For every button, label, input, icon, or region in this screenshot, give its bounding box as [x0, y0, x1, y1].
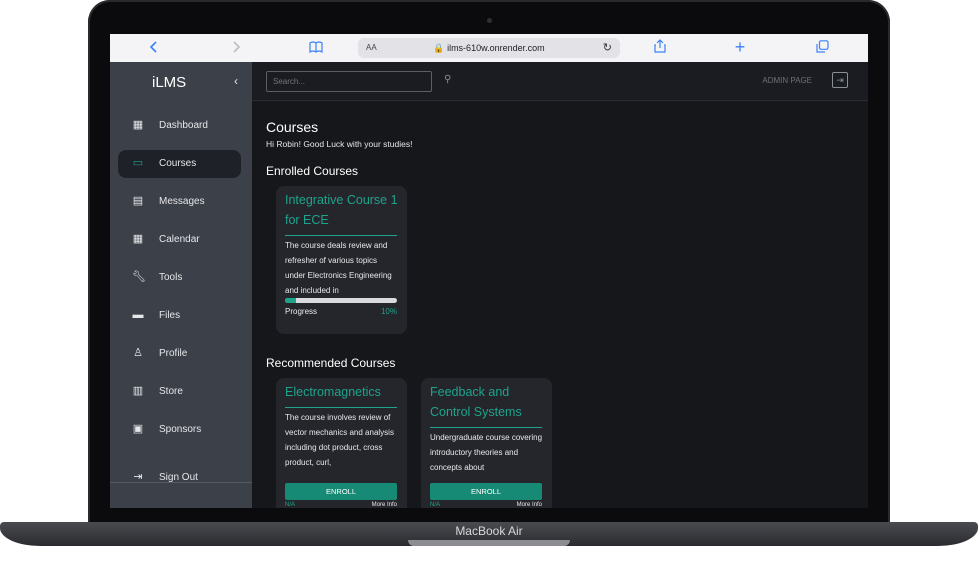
sidebar-item-label: Files [159, 310, 181, 321]
sidebar-item-label: Profile [159, 348, 188, 359]
enroll-button[interactable]: ENROLL [285, 483, 397, 500]
logout-icon[interactable]: ⇥ [832, 72, 848, 88]
sign-out-label: Sign Out [159, 472, 198, 483]
more-info-link[interactable]: More Info [372, 502, 397, 508]
card-divider [285, 407, 397, 408]
address-bar[interactable]: AA 🔒 ilms-610w.onrender.com ↻ [358, 38, 620, 58]
calendar-icon: ▦ [132, 233, 144, 245]
search-icon[interactable]: ⚲ [444, 74, 451, 85]
main-content: Courses Hi Robin! Good Luck with your st… [252, 101, 868, 508]
course-meta: N/A [430, 502, 441, 508]
admin-page-link[interactable]: ADMIN PAGE [762, 76, 812, 85]
sidebar-item-tools[interactable]: 🔧︎ Tools [118, 264, 241, 292]
store-icon: ▥ [132, 385, 144, 397]
sidebar-item-label: Messages [159, 196, 205, 207]
progress-bar [285, 298, 397, 303]
sidebar-item-messages[interactable]: ▤ Messages [118, 188, 241, 216]
progress-label: Progress [285, 307, 318, 316]
device-brand-label: MacBook Air [455, 524, 523, 538]
url-text: 🔒 ilms-610w.onrender.com [433, 43, 545, 53]
sidebar-item-label: Courses [159, 158, 197, 169]
bookmarks-button[interactable] [306, 38, 326, 58]
sidebar-item-dashboard[interactable]: ▦ Dashboard [118, 112, 241, 140]
more-info-link[interactable]: More Info [517, 502, 542, 508]
screen: AA 🔒 ilms-610w.onrender.com ↻ + iLMS ‹ ▦… [110, 34, 868, 508]
camera-icon [487, 18, 492, 23]
sidebar-item-label: Dashboard [159, 120, 208, 131]
reload-icon[interactable]: ↻ [603, 38, 612, 58]
course-description: Undergraduate course covering introducto… [430, 433, 543, 472]
sidebar-header: iLMS ‹ [110, 72, 252, 96]
folder-icon: ▬ [132, 309, 144, 321]
message-icon: ▤ [132, 195, 144, 207]
top-bar: ⚲ ADMIN PAGE ⇥ [252, 62, 868, 101]
forward-button[interactable] [226, 38, 246, 58]
sidebar-item-label: Calendar [159, 234, 200, 245]
sidebar: iLMS ‹ ▦ Dashboard ▭ Courses ▤ Messages … [110, 62, 252, 508]
card-divider [430, 427, 542, 428]
sidebar-item-label: Tools [159, 272, 183, 283]
course-meta: N/A [285, 502, 296, 508]
recommended-course-card[interactable]: Feedback and Control Systems Undergradua… [421, 378, 552, 508]
recommended-course-card[interactable]: Electromagnetics The course involves rev… [276, 378, 407, 508]
sidebar-item-files[interactable]: ▬ Files [118, 302, 241, 330]
course-description: The course deals review and refresher of… [285, 241, 392, 295]
page-title: Courses [266, 119, 319, 135]
search-input[interactable] [266, 71, 432, 92]
enroll-button[interactable]: ENROLL [430, 483, 542, 500]
course-title[interactable]: Electromagnetics [285, 382, 398, 402]
share-icon [654, 39, 666, 53]
sidebar-item-calendar[interactable]: ▦ Calendar [118, 226, 241, 254]
greeting-text: Hi Robin! Good Luck with your studies! [266, 139, 413, 149]
course-title[interactable]: Integrative Course 1 for ECE [285, 190, 398, 230]
browser-toolbar: AA 🔒 ilms-610w.onrender.com ↻ + [110, 34, 868, 62]
sidebar-item-label: Sponsors [159, 424, 202, 435]
sign-out-icon: ⇥ [133, 471, 143, 483]
progress-value: 10% [380, 307, 397, 316]
share-button[interactable] [650, 38, 670, 58]
sign-out-button[interactable]: ⇥ Sign Out [118, 464, 241, 492]
dashboard-icon: ▦ [132, 119, 144, 131]
course-description: The course involves review of vector mec… [285, 413, 394, 467]
sponsor-icon: ▣ [132, 423, 144, 435]
enrolled-course-card[interactable]: Integrative Course 1 for ECE The course … [276, 186, 407, 334]
user-icon: ♙ [133, 347, 143, 359]
sidebar-item-courses[interactable]: ▭ Courses [118, 150, 241, 178]
back-button[interactable] [144, 38, 164, 58]
course-title[interactable]: Feedback and Control Systems [430, 382, 543, 422]
book-icon: ▭ [132, 157, 144, 169]
enrolled-heading: Enrolled Courses [266, 164, 359, 178]
progress-fill [285, 298, 297, 303]
chevron-left-icon[interactable]: ‹ [234, 74, 238, 88]
wrench-icon: 🔧︎ [132, 271, 146, 283]
laptop-notch [408, 540, 570, 546]
chevron-left-icon [149, 41, 157, 53]
sidebar-item-sponsors[interactable]: ▣ Sponsors [118, 416, 241, 444]
recommended-heading: Recommended Courses [266, 356, 396, 370]
app-logo[interactable]: iLMS [152, 74, 186, 91]
tabs-button[interactable] [812, 38, 832, 58]
sidebar-item-profile[interactable]: ♙ Profile [118, 340, 241, 368]
sidebar-item-label: Store [159, 386, 183, 397]
sidebar-item-store[interactable]: ▥ Store [118, 378, 241, 406]
plus-icon[interactable]: + [730, 38, 750, 58]
tabs-icon [815, 40, 829, 53]
chevron-right-icon [233, 41, 241, 53]
card-divider [285, 235, 397, 236]
book-icon [309, 41, 323, 54]
